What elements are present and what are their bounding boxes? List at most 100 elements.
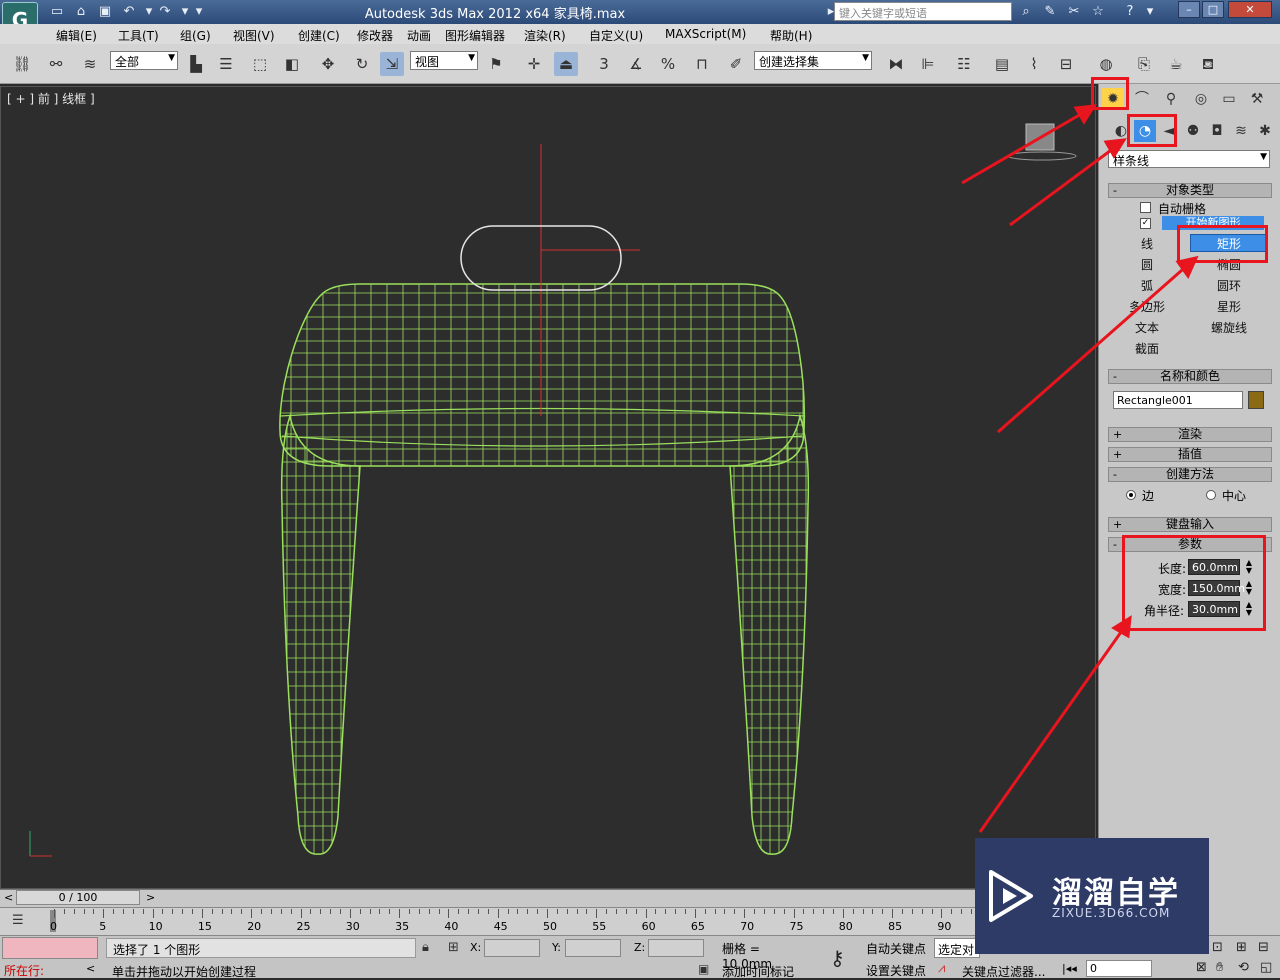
maxscript-listener[interactable] (2, 937, 98, 959)
lock-selection-icon[interactable]: 🔒︎ (422, 940, 429, 955)
track-bar-tick-mark (63, 909, 65, 914)
track-bar-tick-mark (635, 909, 637, 914)
track-bar-tick-mark (596, 909, 598, 918)
x-coord-field[interactable] (484, 939, 540, 957)
track-bar-tick-mark (142, 909, 144, 914)
track-bar-tick-mark (862, 909, 864, 914)
next-frame-icon[interactable]: > (146, 891, 155, 904)
track-bar-tick-mark (54, 909, 55, 918)
track-bar-tick-mark (842, 909, 844, 918)
time-tag-icon[interactable]: ▣ (698, 962, 709, 976)
track-bar-tick-mark (931, 909, 933, 914)
track-bar-tick-label: 0 (50, 920, 57, 933)
track-bar-tick-label: 45 (493, 920, 508, 933)
key-filter-curve-icon: ⩘ (938, 961, 946, 976)
track-bar-tick-label: 65 (690, 920, 705, 933)
selection-status: 选择了 1 个图形 (106, 938, 416, 958)
track-bar-tick-mark (320, 909, 322, 914)
y-coord-field[interactable] (565, 939, 621, 957)
track-bar-tick-mark (852, 909, 854, 914)
zoom-region-icon[interactable]: ⊞ (1236, 940, 1247, 955)
prompt-line: 单击并拖动以开始创建过程 (112, 965, 257, 979)
track-bar-tick-label: 55 (592, 920, 607, 933)
track-bar-tick-mark (744, 909, 746, 918)
track-bar-tick-mark (270, 909, 272, 914)
track-bar-tick-label: 70 (740, 920, 755, 933)
track-bar-tick-mark (685, 909, 687, 914)
track-bar-tick-mark (970, 909, 972, 914)
track-bar-tick-label: 60 (641, 920, 656, 933)
track-bar-tick-mark (123, 909, 125, 914)
track-bar-tick-mark (576, 909, 578, 914)
fov-icon[interactable]: ⊟ (1258, 940, 1269, 955)
track-bar-tick-mark (73, 909, 75, 914)
track-bar-tick-mark (300, 909, 302, 918)
track-bar-ticks: 0 5 10 15 20 25 30 35 40 45 50 55 60 65 70 75 80 85 90 (0, 907, 1096, 935)
track-bar-tick-mark (330, 909, 332, 914)
y-label: Y: (552, 941, 561, 954)
track-bar-tick-mark (379, 909, 381, 914)
track-bar-tick-label: 35 (395, 920, 410, 933)
track-bar-tick-mark (556, 909, 558, 914)
key-mode-select[interactable]: 选定对 (934, 938, 980, 958)
set-key-icon[interactable]: ⚷ (830, 946, 845, 970)
track-bar-tick-mark (192, 909, 194, 914)
track-bar-tick-mark (152, 909, 154, 918)
track-bar-tick-mark (201, 909, 203, 918)
track-bar-tick-mark (103, 909, 105, 918)
z-coord-field[interactable] (648, 939, 704, 957)
track-bar-tick-label: 90 (937, 920, 952, 933)
track-bar-tick-mark (497, 909, 499, 918)
track-bar-tick-mark (675, 909, 677, 914)
scroll-left-icon[interactable]: < (86, 962, 95, 975)
key-filters-button[interactable]: 关键点过滤器... (962, 963, 1045, 980)
current-frame-field[interactable]: 0 (1086, 960, 1152, 977)
time-slider-thumb[interactable]: 0 / 100 (16, 890, 140, 905)
prev-frame-icon[interactable]: < (4, 891, 13, 904)
time-slider[interactable] (0, 889, 1096, 907)
track-bar-tick-mark (872, 909, 874, 914)
absolute-mode-icon[interactable]: ⊞ (448, 940, 459, 955)
track-bar-tick-label: 20 (247, 920, 262, 933)
track-bar-tick-label: 85 (888, 920, 903, 933)
maximize-viewport-icon[interactable]: ◱ (1260, 960, 1272, 975)
track-bar-tick-mark (586, 909, 588, 914)
track-bar-tick-mark (251, 909, 253, 918)
track-bar-tick-mark (290, 909, 292, 914)
goto-start-icon[interactable]: |◂◂ (1062, 962, 1077, 975)
track-bar-tick-mark (418, 909, 420, 914)
track-bar-tick-mark (616, 909, 618, 914)
pan-icon[interactable]: ✋︎ (1216, 960, 1223, 975)
track-bar-tick-mark (438, 909, 440, 914)
track-bar-tick-mark (349, 909, 351, 918)
watermark-url: ZIXUE.3D66.COM (1052, 906, 1171, 920)
track-bar-tick-mark (754, 909, 756, 914)
track-bar-tick-mark (901, 909, 903, 914)
annotation-arrows (961, 104, 1199, 833)
set-key-button[interactable]: 设置关键点 (866, 962, 926, 979)
track-bar-tick-mark (359, 909, 361, 914)
zoom-all-icon[interactable]: ⊠ (1196, 960, 1207, 975)
track-bar-tick-mark (547, 909, 548, 918)
track-bar-tick-mark (477, 909, 479, 914)
track-bar-tick-label: 40 (444, 920, 459, 933)
track-bar-tick-mark (507, 909, 509, 914)
track-bar-tick-label: 75 (789, 920, 804, 933)
track-bar-tick-mark (231, 909, 233, 914)
track-bar-tick-mark (714, 909, 716, 914)
track-bar-tick-mark (221, 909, 223, 914)
add-time-tag[interactable]: 添加时间标记 (722, 963, 794, 980)
track-bar-tick-mark (527, 909, 529, 914)
track-bar-tick-mark (369, 909, 371, 914)
track-bar-tick-mark (734, 909, 736, 914)
orbit-icon[interactable]: ⟲ (1238, 960, 1249, 975)
track-bar-tick-mark (93, 909, 95, 914)
auto-key-button[interactable]: 自动关键点 (866, 940, 926, 957)
watermark-play-icon (989, 870, 1033, 922)
track-bar-tick-mark (399, 909, 401, 918)
track-bar-tick-mark (389, 909, 391, 914)
track-bar-tick-mark (625, 909, 627, 914)
track-bar-tick-mark (724, 909, 726, 914)
track-bar-tick-mark (941, 909, 943, 918)
zoom-extents-icon[interactable]: ⊡ (1212, 940, 1223, 955)
